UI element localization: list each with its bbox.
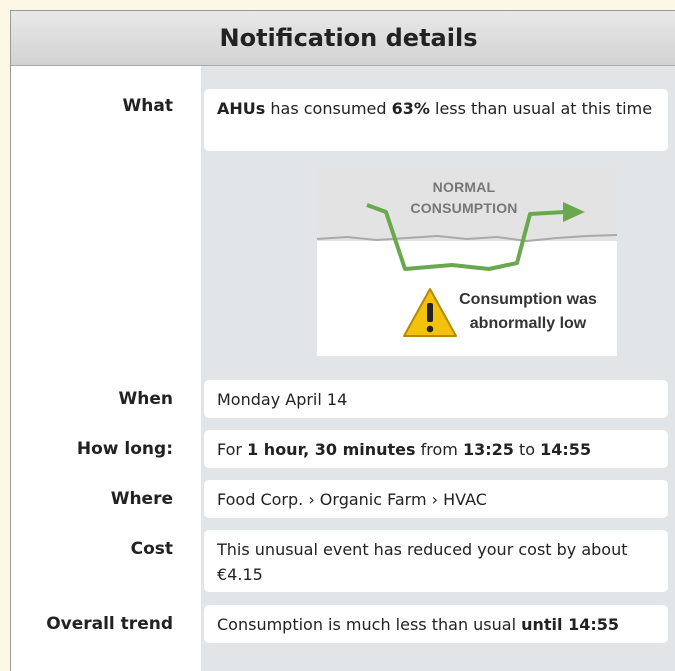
where-value: Food Corp. › Organic Farm › HVAC <box>204 480 668 518</box>
trend-until: until 14:55 <box>521 615 620 634</box>
panel-header: Notification details <box>11 11 675 66</box>
trend-text: Consumption is much less than usual <box>217 615 522 634</box>
where-label: Where <box>110 489 173 509</box>
what-subject: AHUs <box>217 99 266 118</box>
how-long-from: from <box>415 440 463 459</box>
how-long-value: For 1 hour, 30 minutes from 13:25 to 14:… <box>204 430 668 468</box>
what-value: AHUs has consumed 63% less than usual at… <box>204 89 668 151</box>
how-long-duration: 1 hour, 30 minutes <box>247 440 416 459</box>
consumption-illustration: NORMAL CONSUMPTION Consumption was abnor… <box>317 169 617 356</box>
trend-label: Overall trend <box>46 614 173 634</box>
trend-value: Consumption is much less than usual unti… <box>204 605 668 643</box>
normal-label-1: NORMAL <box>433 179 496 195</box>
normal-label-2: CONSUMPTION <box>410 200 517 216</box>
when-date: Monday April 14 <box>217 390 348 409</box>
cost-text: This unusual event has reduced your cost… <box>217 540 628 584</box>
cost-value: This unusual event has reduced your cost… <box>204 530 668 592</box>
what-percent: 63% <box>391 99 430 118</box>
what-text-1: has consumed <box>265 99 392 118</box>
notification-panel: Notification details What AHUs has consu… <box>10 10 675 671</box>
how-long-start: 13:25 <box>462 440 514 459</box>
what-text-2: less than usual at this time <box>429 99 653 118</box>
how-long-label: How long: <box>76 439 173 459</box>
cost-label: Cost <box>130 539 173 559</box>
how-long-to: to <box>513 440 541 459</box>
when-value: Monday April 14 <box>204 380 668 418</box>
how-long-end: 14:55 <box>540 440 592 459</box>
when-label: When <box>118 389 174 409</box>
what-label: What <box>122 96 173 116</box>
where-path: Food Corp. › Organic Farm › HVAC <box>217 490 487 509</box>
how-long-prefix: For <box>217 440 248 459</box>
warning-text-2: abnormally low <box>470 315 587 332</box>
panel-title: Notification details <box>219 24 478 52</box>
warning-text-1: Consumption was <box>459 291 597 308</box>
